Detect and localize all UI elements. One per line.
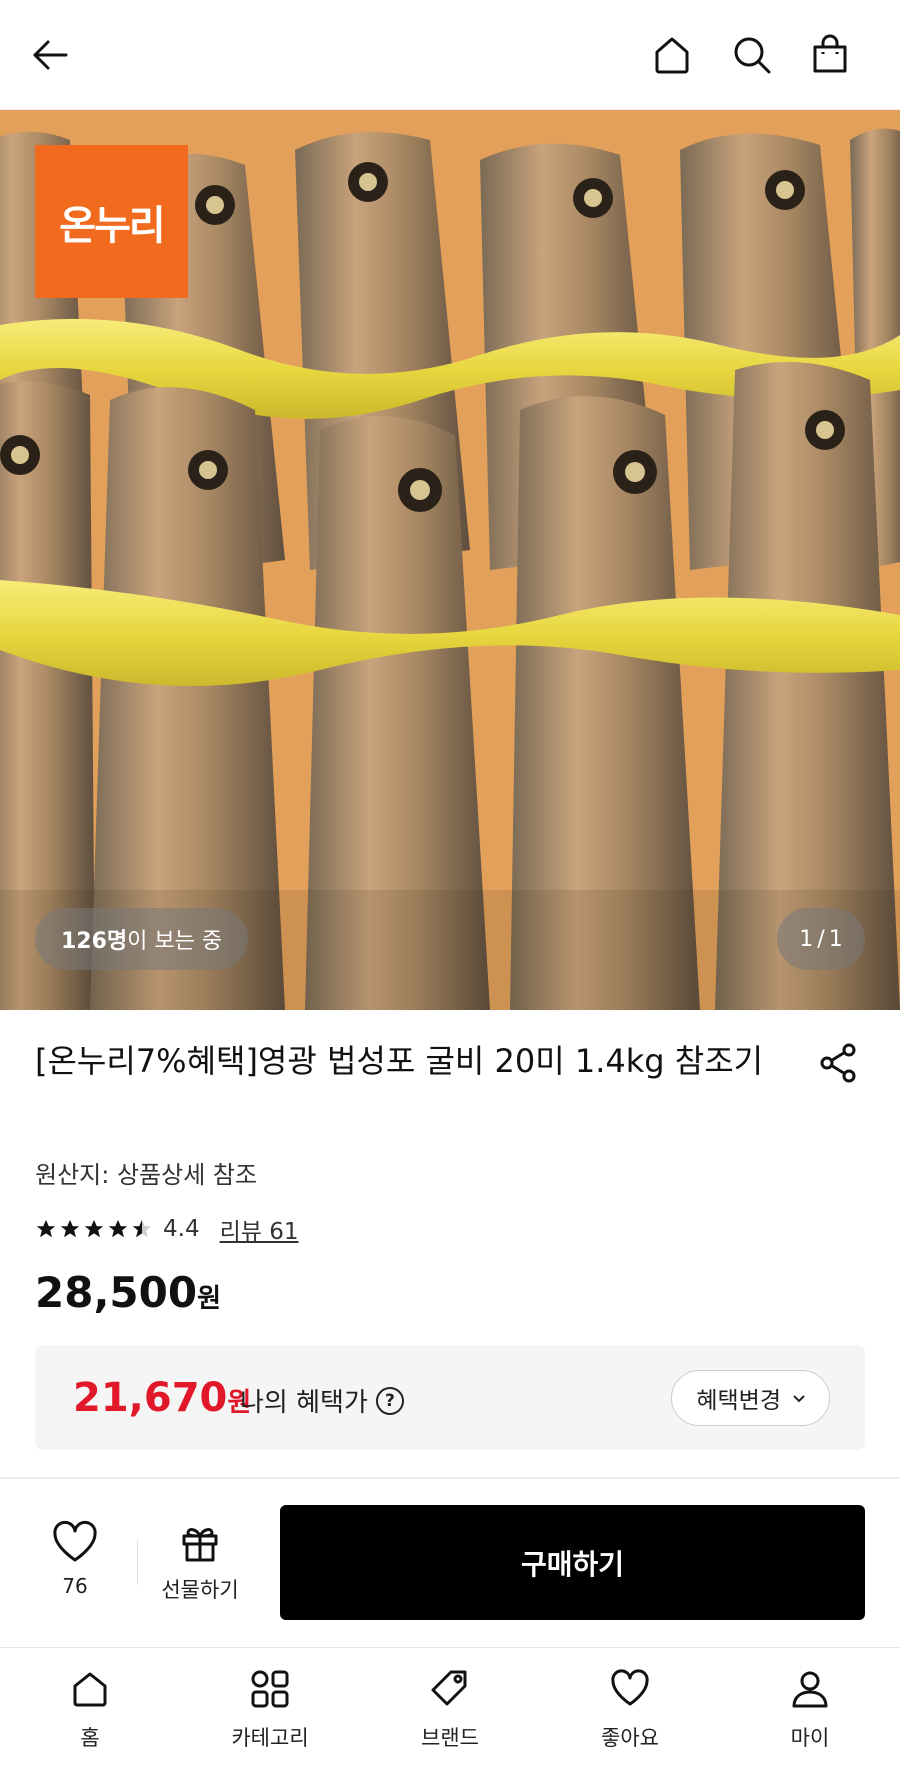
back-arrow-icon[interactable] — [25, 30, 75, 80]
product-image[interactable]: 온누리 126명 이 보는 중 1 / 1 — [0, 110, 900, 1010]
viewers-suffix: 이 보는 중 — [127, 929, 223, 954]
nav-item-brand[interactable]: 브랜드 — [380, 1668, 520, 1752]
price-unit: 원 — [197, 1284, 221, 1314]
gift-label: 선물하기 — [161, 1578, 239, 1602]
pager-current: 1 — [799, 926, 814, 952]
home-icon — [73, 1672, 107, 1707]
benefit-price: 21,670원 — [73, 1375, 251, 1421]
nav-item-likes[interactable]: 좋아요 — [560, 1668, 700, 1752]
review-link[interactable]: 리뷰 61 — [220, 1212, 299, 1246]
original-price: 28,500원 — [35, 1268, 221, 1317]
pager-total: 1 — [828, 926, 843, 952]
price-value: 28,500 — [35, 1268, 198, 1317]
home-icon[interactable] — [647, 30, 697, 80]
nav-label-likes: 좋아요 — [601, 1726, 659, 1750]
viewers-badge: 126명 이 보는 중 — [35, 908, 249, 970]
bottom-nav: 홈 카테고리 브랜드 좋아요 마이 — [0, 1647, 900, 1767]
star-icon — [84, 1219, 104, 1238]
nav-item-category[interactable]: 카테고리 — [200, 1668, 340, 1752]
benefit-label: 나의 혜택가 ? — [240, 1382, 404, 1419]
gift-button[interactable]: 선물하기 — [150, 1520, 250, 1604]
heart-icon — [53, 1520, 97, 1562]
buy-button[interactable]: 구매하기 — [280, 1505, 865, 1620]
nav-item-home[interactable]: 홈 — [20, 1668, 160, 1752]
star-icon — [60, 1219, 80, 1238]
share-icon[interactable] — [815, 1040, 861, 1086]
search-icon[interactable] — [727, 30, 777, 80]
change-benefit-label: 혜택변경 — [696, 1388, 781, 1414]
viewers-count: 126명 — [61, 929, 128, 954]
section-divider — [0, 1477, 900, 1479]
half-star-icon — [132, 1219, 152, 1238]
rating-value: 4.4 — [163, 1216, 200, 1242]
benefit-price-box: 21,670원 나의 혜택가 ? 혜택변경 — [35, 1345, 865, 1450]
nav-label-home: 홈 — [80, 1726, 100, 1750]
star-icon — [108, 1219, 128, 1238]
change-benefit-button[interactable]: 혜택변경 — [671, 1370, 830, 1426]
image-pager: 1 / 1 — [777, 908, 865, 970]
chevron-down-icon — [793, 1395, 805, 1403]
shopping-bag-icon[interactable] — [805, 30, 855, 80]
benefit-price-value: 21,670 — [73, 1375, 228, 1421]
tag-icon — [431, 1670, 467, 1706]
gift-icon — [182, 1528, 218, 1562]
like-button[interactable]: 76 — [40, 1520, 110, 1598]
like-count: 76 — [62, 1574, 88, 1598]
nav-label-category: 카테고리 — [231, 1726, 309, 1750]
star-icon — [36, 1219, 56, 1238]
product-rating: 4.4 리뷰 61 — [35, 1212, 298, 1246]
nav-label-brand: 브랜드 — [421, 1726, 479, 1750]
action-separator — [137, 1540, 138, 1585]
person-icon — [792, 1671, 828, 1708]
nav-item-my[interactable]: 마이 — [740, 1668, 880, 1752]
top-header — [0, 0, 900, 110]
category-grid-icon — [251, 1670, 289, 1708]
onnuri-logo: 온누리 — [35, 145, 188, 298]
heart-icon — [611, 1669, 649, 1706]
product-origin: 원산지: 상품상세 참조 — [35, 1161, 258, 1189]
rating-stars — [35, 1218, 153, 1240]
pager-separator: / — [817, 926, 825, 952]
benefit-label-text: 나의 혜택가 — [240, 1388, 368, 1418]
product-title: [온누리7%혜택]영광 법성포 굴비 20미 1.4kg 참조기 — [35, 1042, 764, 1080]
help-icon[interactable]: ? — [375, 1386, 404, 1415]
nav-label-my: 마이 — [790, 1726, 830, 1750]
